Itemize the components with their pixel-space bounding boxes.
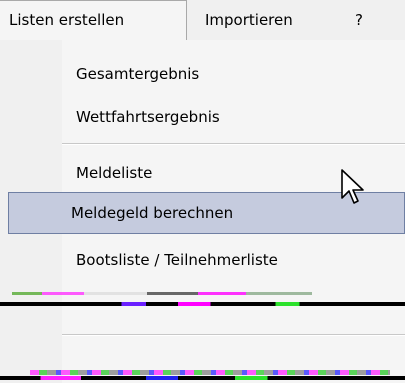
render-artifact [30, 370, 390, 375]
render-artifact [0, 376, 405, 380]
menu-separator [62, 334, 405, 336]
menu-bar: Listen erstellen Importieren ? [0, 0, 405, 41]
menu-separator [62, 143, 405, 145]
menu-item-wettfahrtsergebnis[interactable]: Wettfahrtsergebnis [62, 96, 405, 138]
menu-importieren[interactable]: Importieren [205, 0, 293, 40]
menu-item-bootsliste[interactable]: Bootsliste / Teilnehmerliste [62, 239, 405, 281]
render-artifact [0, 302, 405, 306]
menu-item-gesamtergebnis[interactable]: Gesamtergebnis [62, 53, 405, 95]
render-artifact [12, 292, 312, 295]
menu-listen-erstellen[interactable]: Listen erstellen [0, 0, 187, 41]
listen-dropdown-menu: Gesamtergebnis Wettfahrtsergebnis Meldel… [0, 40, 405, 383]
menu-item-label: Meldegeld berechnen [71, 204, 234, 222]
menu-help[interactable]: ? [355, 0, 363, 40]
mouse-pointer-icon [341, 169, 364, 204]
